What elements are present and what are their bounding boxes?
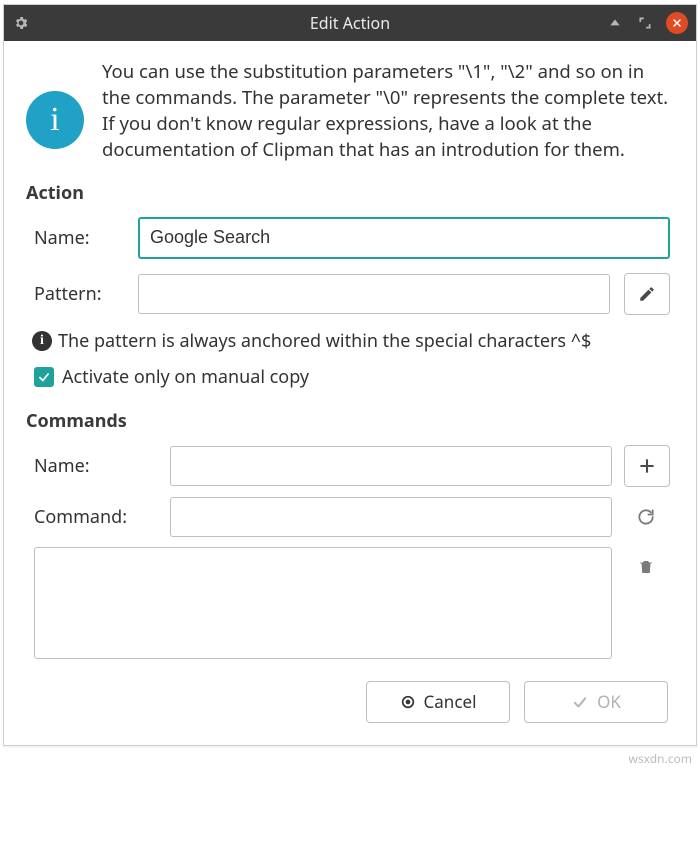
cmd-name-row: Name: bbox=[34, 445, 612, 487]
ok-label: OK bbox=[597, 690, 621, 713]
activate-label: Activate only on manual copy bbox=[62, 365, 309, 389]
cmd-command-label: Command: bbox=[34, 505, 156, 529]
action-pattern-label: Pattern: bbox=[34, 282, 124, 306]
cancel-button[interactable]: Cancel bbox=[366, 681, 510, 723]
add-command-button[interactable] bbox=[624, 445, 670, 487]
cmd-name-input[interactable] bbox=[170, 446, 612, 486]
refresh-command-button[interactable] bbox=[624, 497, 668, 537]
action-header: Action bbox=[26, 181, 674, 205]
info-small-icon: i bbox=[32, 331, 52, 351]
cmd-name-label: Name: bbox=[34, 454, 156, 478]
titlebar: Edit Action bbox=[4, 5, 696, 41]
check-icon bbox=[37, 370, 51, 384]
action-name-input[interactable] bbox=[138, 217, 670, 259]
refresh-icon bbox=[636, 507, 656, 527]
maximize-icon[interactable] bbox=[636, 14, 654, 32]
trash-icon bbox=[637, 558, 655, 576]
watermark: wsxdn.com bbox=[0, 746, 700, 767]
window-title: Edit Action bbox=[4, 12, 696, 34]
pattern-hint-text: The pattern is always anchored within th… bbox=[58, 329, 591, 353]
action-pattern-row: Pattern: bbox=[34, 273, 670, 315]
action-name-row: Name: bbox=[34, 217, 670, 259]
pattern-hint: i The pattern is always anchored within … bbox=[32, 329, 670, 353]
dialog-window: Edit Action i You can use the substituti… bbox=[3, 4, 697, 746]
activate-row[interactable]: Activate only on manual copy bbox=[34, 365, 670, 389]
ok-button[interactable]: OK bbox=[524, 681, 668, 723]
cmd-command-input[interactable] bbox=[170, 497, 612, 537]
edit-pattern-button[interactable] bbox=[624, 273, 670, 315]
cancel-label: Cancel bbox=[424, 690, 477, 713]
close-button[interactable] bbox=[666, 12, 688, 34]
delete-command-button[interactable] bbox=[624, 547, 668, 587]
commands-header: Commands bbox=[26, 409, 674, 433]
ok-check-icon bbox=[571, 693, 589, 711]
plus-icon bbox=[637, 456, 657, 476]
command-list[interactable] bbox=[34, 547, 612, 659]
gear-icon[interactable] bbox=[12, 14, 30, 32]
cancel-icon bbox=[400, 694, 416, 710]
cmd-command-row: Command: bbox=[34, 497, 612, 537]
info-icon: i bbox=[26, 91, 84, 149]
activate-checkbox[interactable] bbox=[34, 367, 54, 387]
intro-block: i You can use the substitution parameter… bbox=[26, 59, 674, 163]
shade-up-icon[interactable] bbox=[606, 14, 624, 32]
intro-text: You can use the substitution parameters … bbox=[102, 59, 674, 163]
action-name-label: Name: bbox=[34, 226, 124, 250]
action-pattern-input[interactable] bbox=[138, 274, 610, 314]
dialog-footer: Cancel OK bbox=[26, 671, 674, 727]
pencil-icon bbox=[638, 285, 656, 303]
